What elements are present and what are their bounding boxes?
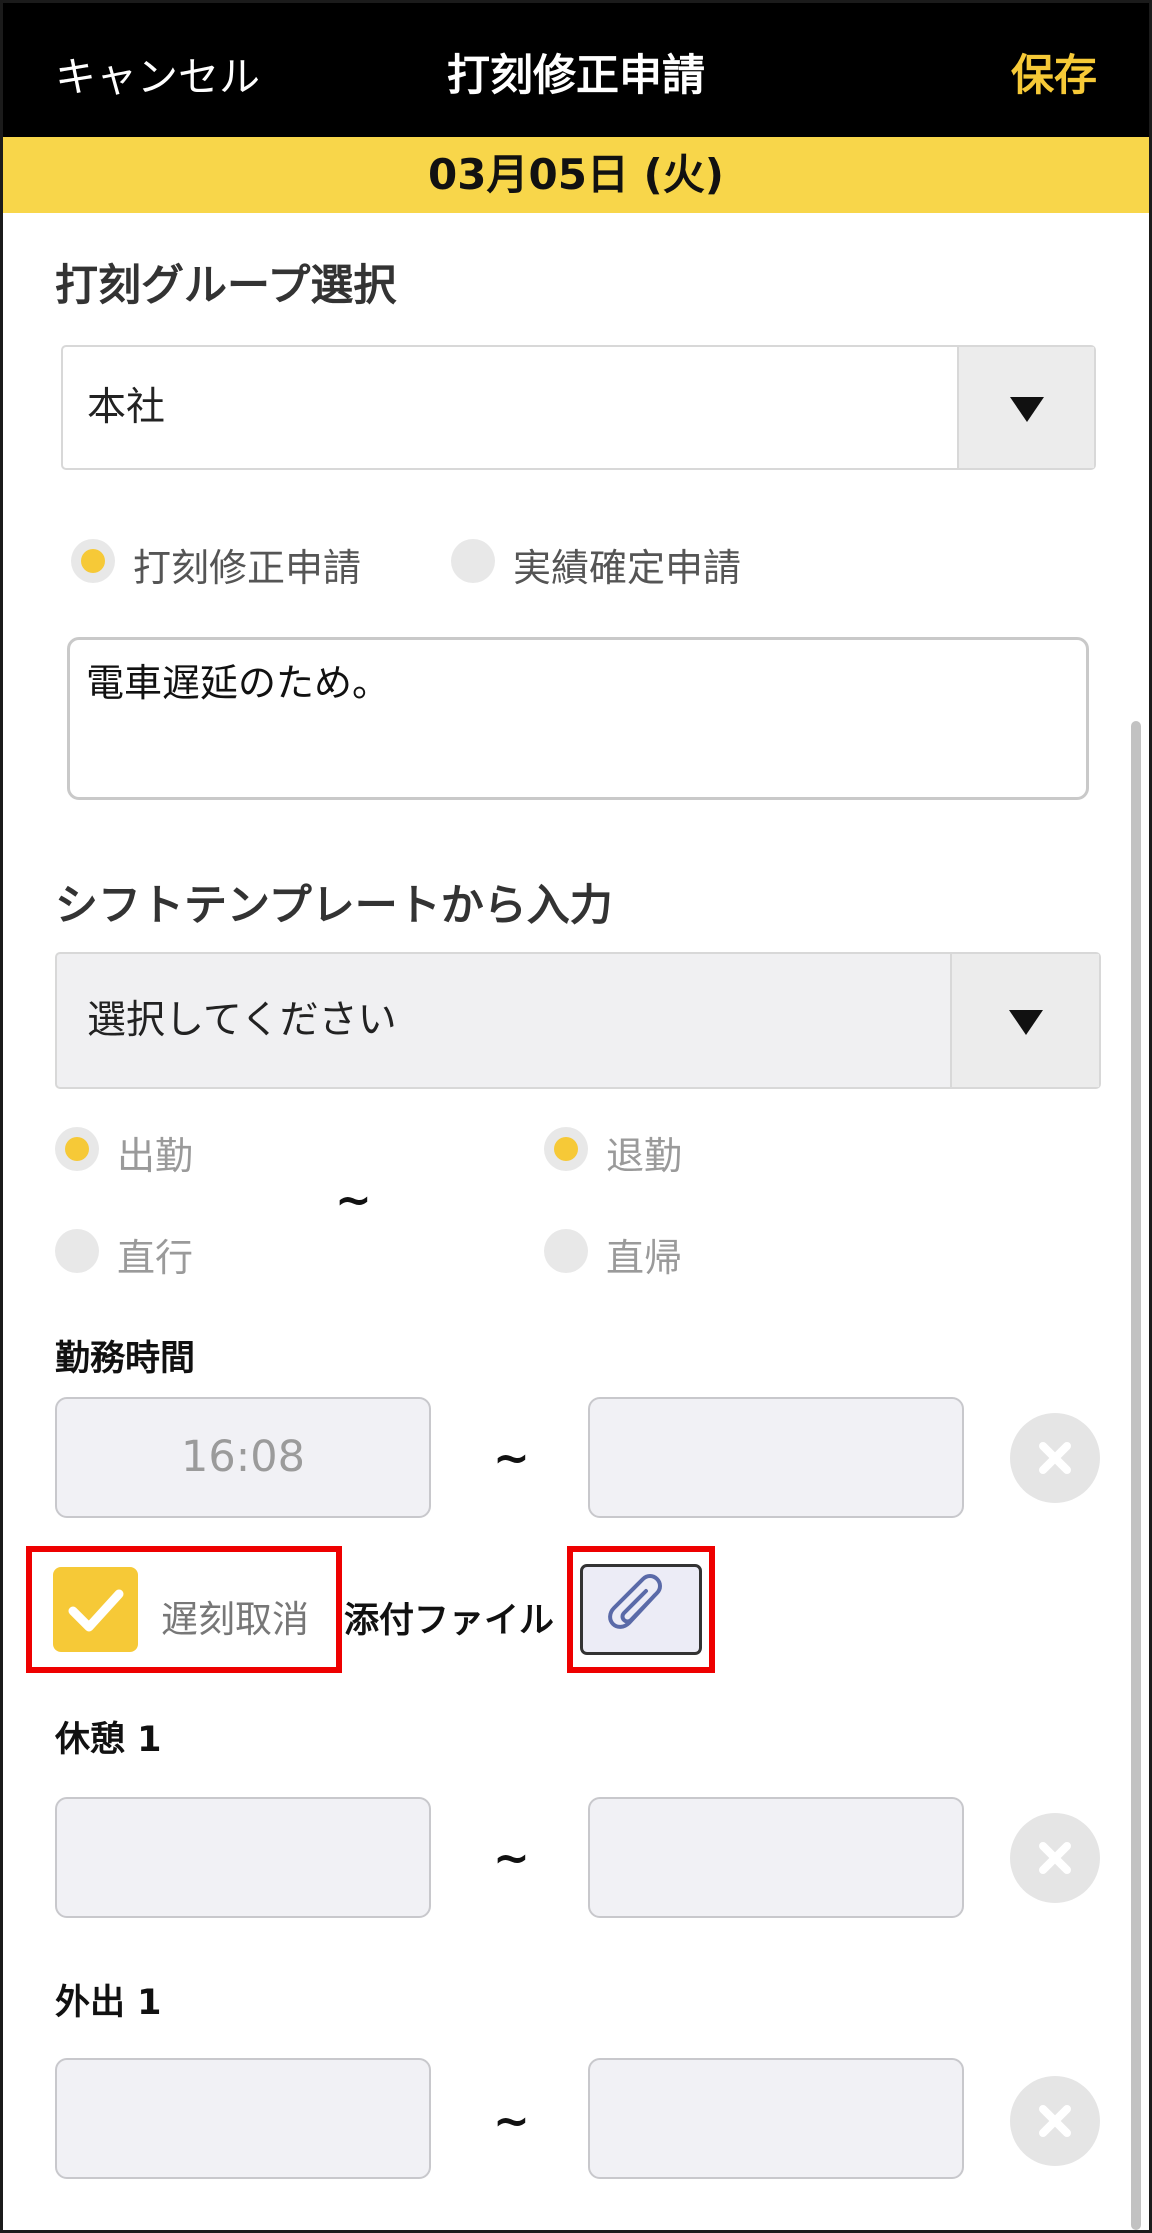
shift-template-select[interactable]: 選択してください (55, 952, 1101, 1089)
break1-label: 休憩 1 (55, 1720, 162, 1760)
work-time-label: 勤務時間 (55, 1339, 196, 1379)
group-select-arrow[interactable] (957, 347, 1094, 468)
app-screen: 打刻修正申請 キャンセル 保存 03月05日 (火) 打刻グループ選択 本社 打… (0, 0, 1152, 2233)
group-section-title: 打刻グループ選択 (55, 261, 397, 311)
shift-template-title: シフトテンプレートから入力 (55, 881, 613, 931)
late-cancel-checkbox[interactable] (53, 1567, 138, 1652)
outing1-separator: ~ (493, 2096, 530, 2147)
radio-direct-go[interactable] (55, 1229, 99, 1273)
radio-clock-in-label: 出勤 (117, 1134, 194, 1178)
nav-header: 打刻修正申請 キャンセル 保存 (3, 3, 1149, 137)
shift-template-value: 選択してください (87, 998, 397, 1043)
radio-direct-return-label: 直帰 (606, 1236, 683, 1280)
break1-separator: ~ (493, 1833, 530, 1884)
checkmark-icon (68, 1589, 124, 1632)
attachment-button[interactable] (580, 1564, 702, 1655)
shift-template-arrow[interactable] (950, 954, 1099, 1087)
dropdown-triangle-icon (1008, 1009, 1043, 1035)
cancel-button[interactable]: キャンセル (55, 43, 260, 103)
radio-punch-correction-label: 打刻修正申請 (133, 546, 362, 590)
work-time-separator: ~ (493, 1433, 530, 1484)
break1-clear-button[interactable] (1010, 1813, 1100, 1903)
paperclip-icon (608, 1574, 662, 1629)
break1-start-input[interactable] (55, 1797, 431, 1918)
outing1-clear-button[interactable] (1010, 2076, 1100, 2166)
work-time-clear-button[interactable] (1010, 1413, 1100, 1503)
radio-punch-correction[interactable] (71, 539, 115, 583)
work-start-input[interactable]: 16:08 (55, 1397, 431, 1518)
clear-x-icon (1039, 2105, 1071, 2137)
punch-separator: ~ (335, 1175, 372, 1226)
date-bar: 03月05日 (火) (3, 137, 1149, 213)
break1-end-input[interactable] (588, 1797, 964, 1918)
radio-actual-confirm[interactable] (451, 539, 495, 583)
save-button[interactable]: 保存 (1011, 41, 1097, 103)
outing1-end-input[interactable] (588, 2058, 964, 2179)
radio-actual-confirm-label: 実績確定申請 (513, 546, 742, 590)
dropdown-triangle-icon (1009, 396, 1044, 422)
group-select-value: 本社 (87, 385, 166, 430)
outing1-start-input[interactable] (55, 2058, 431, 2179)
radio-clock-out[interactable] (544, 1127, 588, 1171)
radio-direct-go-label: 直行 (117, 1236, 194, 1280)
clear-x-icon (1039, 1442, 1071, 1474)
clear-x-icon (1039, 1842, 1071, 1874)
radio-direct-return[interactable] (544, 1229, 588, 1273)
work-end-input[interactable] (588, 1397, 964, 1518)
reason-textarea[interactable]: 電車遅延のため。 (67, 637, 1089, 800)
outing1-label: 外出 1 (55, 1983, 162, 2023)
vertical-scrollbar[interactable] (1131, 721, 1141, 2230)
attachment-label: 添付ファイル (344, 1601, 555, 1641)
late-cancel-label: 遅刻取消 (161, 1598, 309, 1641)
radio-clock-in[interactable] (55, 1127, 99, 1171)
reason-text: 電車遅延のため。 (86, 661, 391, 705)
radio-clock-out-label: 退勤 (606, 1134, 683, 1178)
group-select[interactable]: 本社 (61, 345, 1096, 470)
